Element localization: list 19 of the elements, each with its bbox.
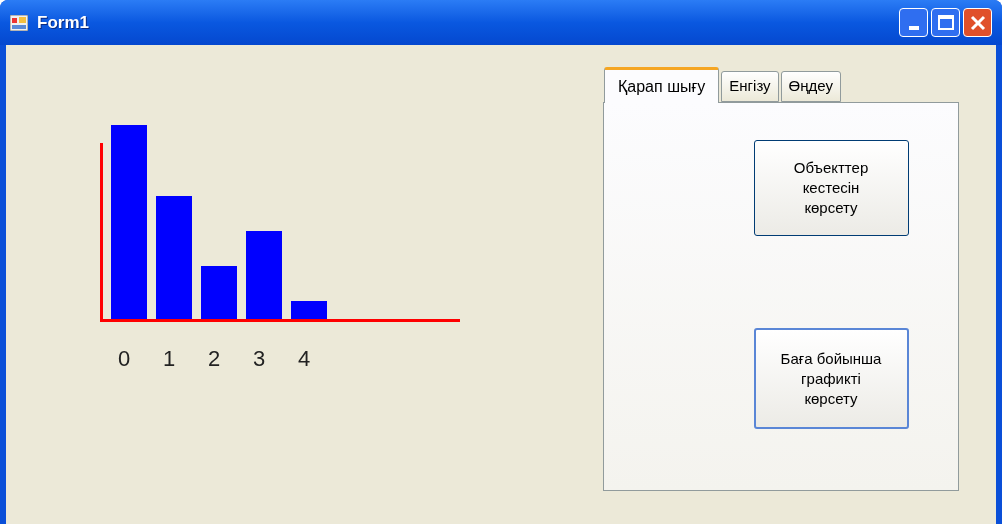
- maximize-icon: [937, 15, 954, 30]
- chart-bar: [201, 266, 237, 320]
- window-title: Form1: [37, 11, 89, 34]
- tab[interactable]: Қарап шығу: [604, 67, 720, 103]
- axis-label: 0: [117, 345, 132, 373]
- close-button[interactable]: [963, 8, 992, 37]
- tab[interactable]: Өңдеу: [780, 71, 841, 102]
- minimize-icon: [908, 26, 919, 30]
- axis-label: 2: [207, 345, 222, 373]
- minimize-button[interactable]: [899, 8, 928, 37]
- action-button[interactable]: Объекттер кестесін көрсету: [753, 140, 909, 236]
- maximize-button[interactable]: [931, 8, 960, 37]
- axis-label: 4: [297, 345, 312, 373]
- close-icon: [969, 14, 986, 31]
- app-icon: [10, 14, 28, 31]
- axis-label: 1: [162, 345, 177, 373]
- tab[interactable]: Енгізу: [721, 71, 779, 102]
- action-button[interactable]: Баға бойынша графикті көрсету: [753, 328, 909, 429]
- axis-label: 3: [252, 345, 267, 373]
